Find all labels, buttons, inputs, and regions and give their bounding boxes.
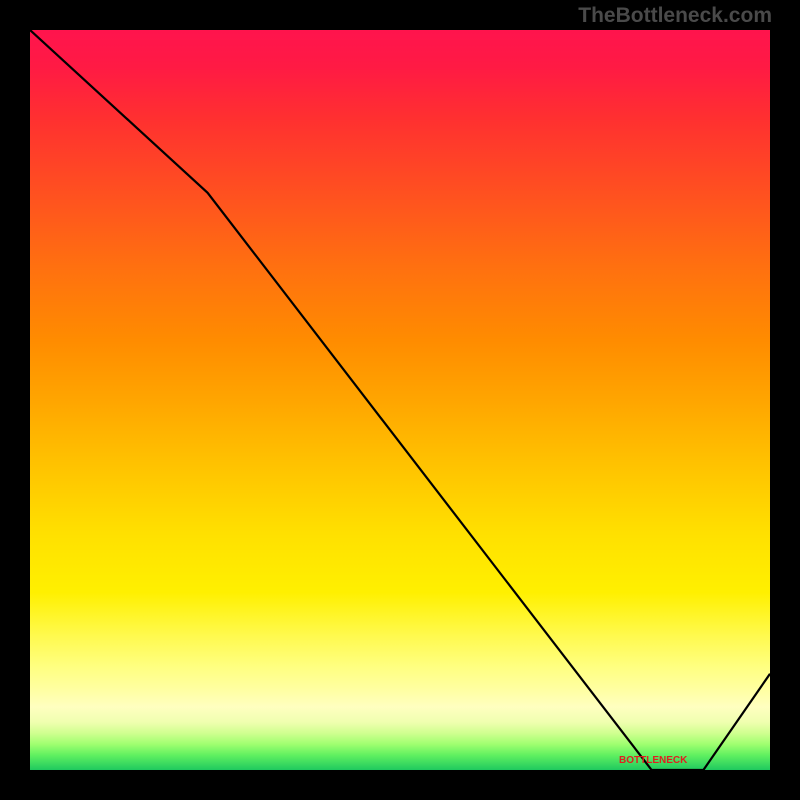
watermark: TheBottleneck.com	[578, 4, 772, 28]
chart-line-svg	[30, 30, 770, 770]
chart-plot-area: BOTTLENECK	[30, 30, 770, 770]
bottleneck-label: BOTTLENECK	[619, 755, 687, 766]
chart-line	[30, 30, 770, 770]
